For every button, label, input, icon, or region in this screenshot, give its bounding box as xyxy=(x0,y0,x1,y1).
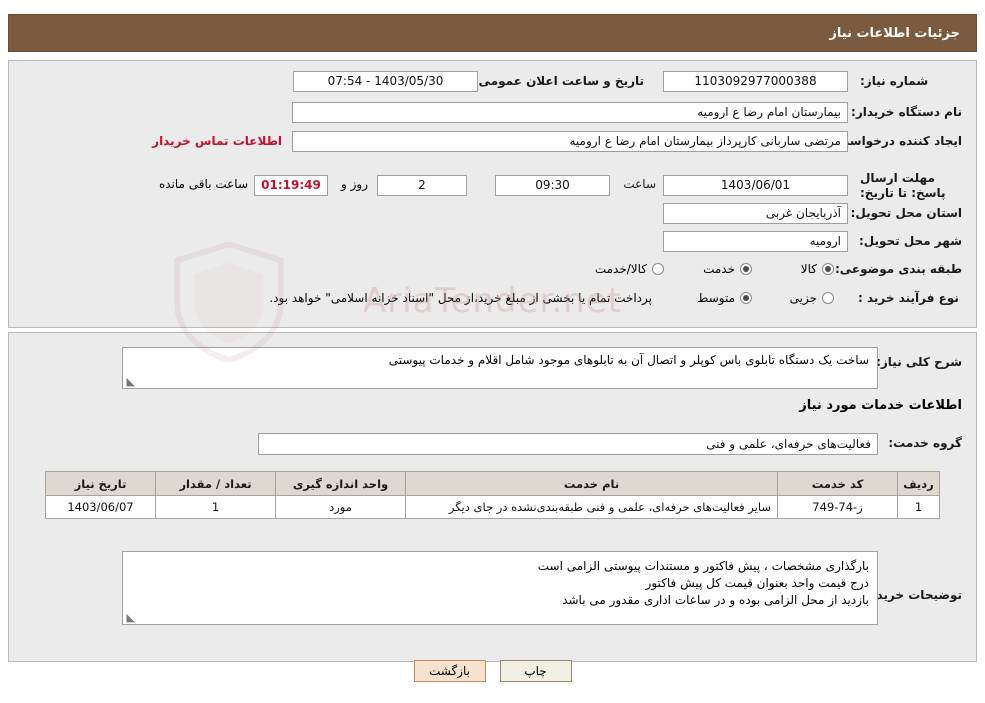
cell-row-no: 1 xyxy=(897,495,940,519)
page-title: جزئیات اطلاعات نیاز xyxy=(829,25,960,41)
time-label: ساعت xyxy=(623,177,656,191)
category-option-kala[interactable]: کالا xyxy=(801,262,834,276)
page-root: جزئیات اطلاعات نیاز شماره نیاز: 11030929… xyxy=(0,0,985,703)
cell-unit: مورد xyxy=(275,495,406,519)
services-table: ردیف کد خدمت نام خدمت واحد اندازه گیری ت… xyxy=(45,471,940,519)
col-name: نام خدمت xyxy=(405,471,778,496)
announce-datetime-value: 1403/05/30 - 07:54 xyxy=(293,70,478,92)
radio-icon[interactable] xyxy=(652,263,664,275)
remaining-label: ساعت باقی مانده xyxy=(158,177,248,191)
category-option-kala-khedmat-label: کالا/خدمت xyxy=(594,262,647,276)
radio-icon[interactable] xyxy=(740,263,752,275)
page-header: جزئیات اطلاعات نیاز xyxy=(8,14,977,52)
need-info-panel: شماره نیاز: 1103092977000388 تاریخ و ساع… xyxy=(8,60,977,328)
need-detail-panel: شرح کلی نیاز: ساخت یک دستگاه تابلوی باس … xyxy=(8,332,977,662)
process-note: پرداخت تمام یا بخشی از مبلغ خرید،از محل … xyxy=(269,291,652,305)
category-option-kala-label: کالا xyxy=(800,262,817,276)
services-info-title: اطلاعات خدمات مورد نیاز xyxy=(799,398,962,413)
days-label: روز و xyxy=(341,177,368,191)
buyer-notes-box: بارگذاری مشخصات ، پیش فاکتور و مستندات پ… xyxy=(122,551,878,625)
buyer-note-line: بازدید از محل الزامی بوده و در ساعات ادا… xyxy=(562,593,869,607)
process-type-label: نوع فرآیند خرید : xyxy=(858,291,959,305)
table-header-row: ردیف کد خدمت نام خدمت واحد اندازه گیری ت… xyxy=(45,471,940,496)
col-row-no: ردیف xyxy=(897,471,940,496)
city-label: شهر محل تحویل: xyxy=(858,234,962,248)
requester-label: ایجاد کننده درخواست: xyxy=(832,134,962,148)
back-button[interactable]: بازگشت xyxy=(413,660,486,682)
cell-name: سایر فعالیت‌های حرفه‌ای، علمی و فنی طبقه… xyxy=(405,495,778,519)
category-option-khedmat[interactable]: خدمت xyxy=(703,262,752,276)
footer-buttons: چاپ بازگشت xyxy=(0,660,985,682)
process-option-jozei[interactable]: جزیی xyxy=(790,291,834,305)
cell-code: ز-74-749 xyxy=(777,495,898,519)
buyer-contact-link[interactable]: اطلاعات تماس خریدار xyxy=(152,134,282,148)
service-group-value: فعالیت‌های حرفه‌ای، علمی و فنی xyxy=(258,433,878,455)
table-row: 1 ز-74-749 سایر فعالیت‌های حرفه‌ای، علمی… xyxy=(45,495,940,519)
general-desc-value: ساخت یک دستگاه تابلوی باس کوپلر و اتصال … xyxy=(388,353,869,367)
category-option-kala-khedmat[interactable]: کالا/خدمت xyxy=(595,262,664,276)
col-unit: واحد اندازه گیری xyxy=(275,471,406,496)
process-option-jozei-label: جزیی xyxy=(789,291,817,305)
services-table-wrap: ردیف کد خدمت نام خدمت واحد اندازه گیری ت… xyxy=(45,471,940,519)
cell-qty: 1 xyxy=(155,495,276,519)
col-code: کد خدمت xyxy=(777,471,898,496)
col-qty: تعداد / مقدار xyxy=(155,471,276,496)
buyer-org-value: بیمارستان امام رضا ع ارومیه xyxy=(292,101,848,123)
province-label: استان محل تحویل: xyxy=(850,206,962,220)
cell-date: 1403/06/07 xyxy=(45,495,156,519)
process-option-motavaset[interactable]: متوسط xyxy=(697,291,752,305)
countdown-timer: 01:19:49 xyxy=(254,175,328,196)
buyer-note-line: درج قیمت واحد بعنوان قیمت کل پیش فاکتور xyxy=(645,576,869,590)
general-desc-box: ساخت یک دستگاه تابلوی باس کوپلر و اتصال … xyxy=(122,347,878,389)
print-button[interactable]: چاپ xyxy=(499,660,572,682)
buyer-note-line: بارگذاری مشخصات ، پیش فاکتور و مستندات پ… xyxy=(537,559,869,573)
resize-handle-icon[interactable]: ◣ xyxy=(125,612,135,623)
general-desc-label: شرح کلی نیاز: xyxy=(876,355,962,369)
deadline-label: مهلت ارسال پاسخ: تا تاریخ: xyxy=(860,171,946,200)
deadline-time: 09:30 xyxy=(495,175,610,196)
need-number-label: شماره نیاز: xyxy=(860,74,929,88)
remaining-days: 2 xyxy=(377,175,467,196)
category-label: طبقه بندی موضوعی: xyxy=(834,262,962,276)
process-option-motavaset-label: متوسط xyxy=(697,291,735,305)
deadline-date: 1403/06/01 xyxy=(663,175,848,196)
announce-datetime-label: تاریخ و ساعت اعلان عمومی: xyxy=(473,74,644,88)
buyer-org-label: نام دستگاه خریدار: xyxy=(851,105,962,119)
col-date: تاریخ نیاز xyxy=(45,471,156,496)
radio-icon[interactable] xyxy=(740,292,752,304)
province-value: آذربایجان غربی xyxy=(663,202,848,224)
need-number-value: 1103092977000388 xyxy=(663,70,848,92)
radio-icon[interactable] xyxy=(822,292,834,304)
category-option-khedmat-label: خدمت xyxy=(703,262,735,276)
service-group-label: گروه خدمت: xyxy=(888,436,962,450)
city-value: ارومیه xyxy=(663,230,848,252)
requester-value: مرتضی ساربانی کارپرداز بیمارستان امام رض… xyxy=(292,130,848,152)
radio-icon[interactable] xyxy=(822,263,834,275)
resize-handle-icon[interactable]: ◣ xyxy=(125,376,135,387)
